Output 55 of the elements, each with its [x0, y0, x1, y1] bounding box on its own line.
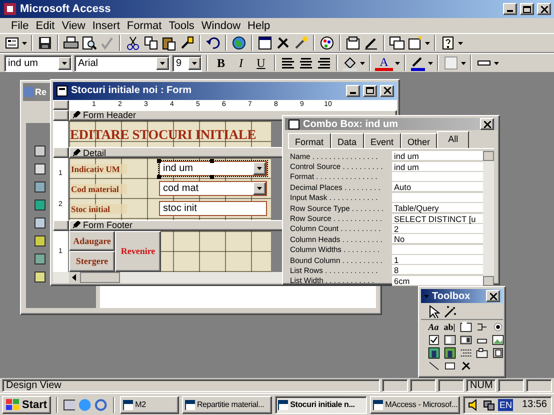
tab[interactable]: Data: [330, 133, 364, 148]
section-title: Form Header: [83, 110, 136, 120]
menu-item[interactable]: Format: [124, 20, 165, 32]
taskbar-button[interactable]: MAccess - Microsof...: [370, 396, 460, 414]
menu-item[interactable]: View: [58, 20, 88, 32]
field-label: Cod material: [71, 184, 127, 194]
menu-item[interactable]: File: [8, 20, 32, 32]
property-value[interactable]: No: [392, 234, 483, 244]
text-box[interactable]: stoc init: [159, 201, 267, 216]
label-tool[interactable]: Aa: [428, 322, 439, 332]
property-value[interactable]: 6cm: [392, 276, 483, 286]
property-value[interactable]: Table/Query: [392, 203, 483, 214]
field-label: Stoc initial: [71, 204, 127, 214]
language-indicator[interactable]: EN: [498, 398, 513, 410]
italic-button[interactable]: I: [232, 56, 250, 70]
tab[interactable]: Other: [400, 133, 438, 148]
form-button[interactable]: Revenire: [115, 230, 161, 272]
menu-item[interactable]: Tools: [166, 20, 198, 32]
font-combo[interactable]: Arial: [74, 54, 170, 72]
form-button[interactable]: Stergere: [69, 250, 115, 272]
window-title: Re: [35, 87, 47, 97]
taskbar-button[interactable]: Stocuri initiale n...: [275, 396, 368, 414]
status-indicator: NUM: [466, 379, 496, 392]
tab[interactable]: All: [437, 131, 470, 148]
window-title: Microsoft Access: [20, 3, 111, 15]
font-size-combo[interactable]: 9: [172, 54, 202, 72]
menu-item[interactable]: Edit: [32, 20, 58, 32]
menu-item[interactable]: Help: [244, 20, 274, 32]
tab[interactable]: Event: [364, 133, 401, 148]
status-text: Design View: [2, 379, 380, 392]
section-title: Detail: [83, 148, 106, 158]
toolbox: Toolbox Aa ab|: [418, 286, 506, 378]
text-box-tool[interactable]: ab|: [444, 322, 456, 332]
underline-button[interactable]: U: [252, 56, 270, 70]
object-combo[interactable]: ind um: [4, 54, 72, 72]
property-value[interactable]: 1: [392, 255, 483, 266]
property-value[interactable]: 2: [392, 224, 483, 234]
clock: 13:56: [522, 399, 547, 410]
bold-button[interactable]: B: [212, 56, 230, 70]
field-label: Indicativ UM: [71, 164, 127, 174]
property-value[interactable]: ind um: [392, 151, 483, 162]
property-value[interactable]: 8: [392, 265, 483, 276]
menu-item[interactable]: Window: [198, 20, 244, 32]
combo-box[interactable]: ind um: [159, 161, 267, 176]
property-value[interactable]: SELECT DISTINCT [u: [392, 214, 483, 224]
start-button[interactable]: Start: [2, 396, 52, 414]
taskbar-button[interactable]: M2: [120, 396, 179, 414]
tab[interactable]: Format: [288, 133, 331, 148]
combo-box[interactable]: cod mat: [159, 181, 267, 196]
property-value[interactable]: Auto: [392, 182, 483, 192]
taskbar-button[interactable]: Repartitie material...: [182, 396, 272, 414]
form-button[interactable]: Adaugare: [69, 230, 115, 251]
menu-item[interactable]: Insert: [89, 20, 123, 32]
property-value[interactable]: ind um: [392, 162, 483, 172]
section-title: Form Footer: [83, 220, 133, 230]
